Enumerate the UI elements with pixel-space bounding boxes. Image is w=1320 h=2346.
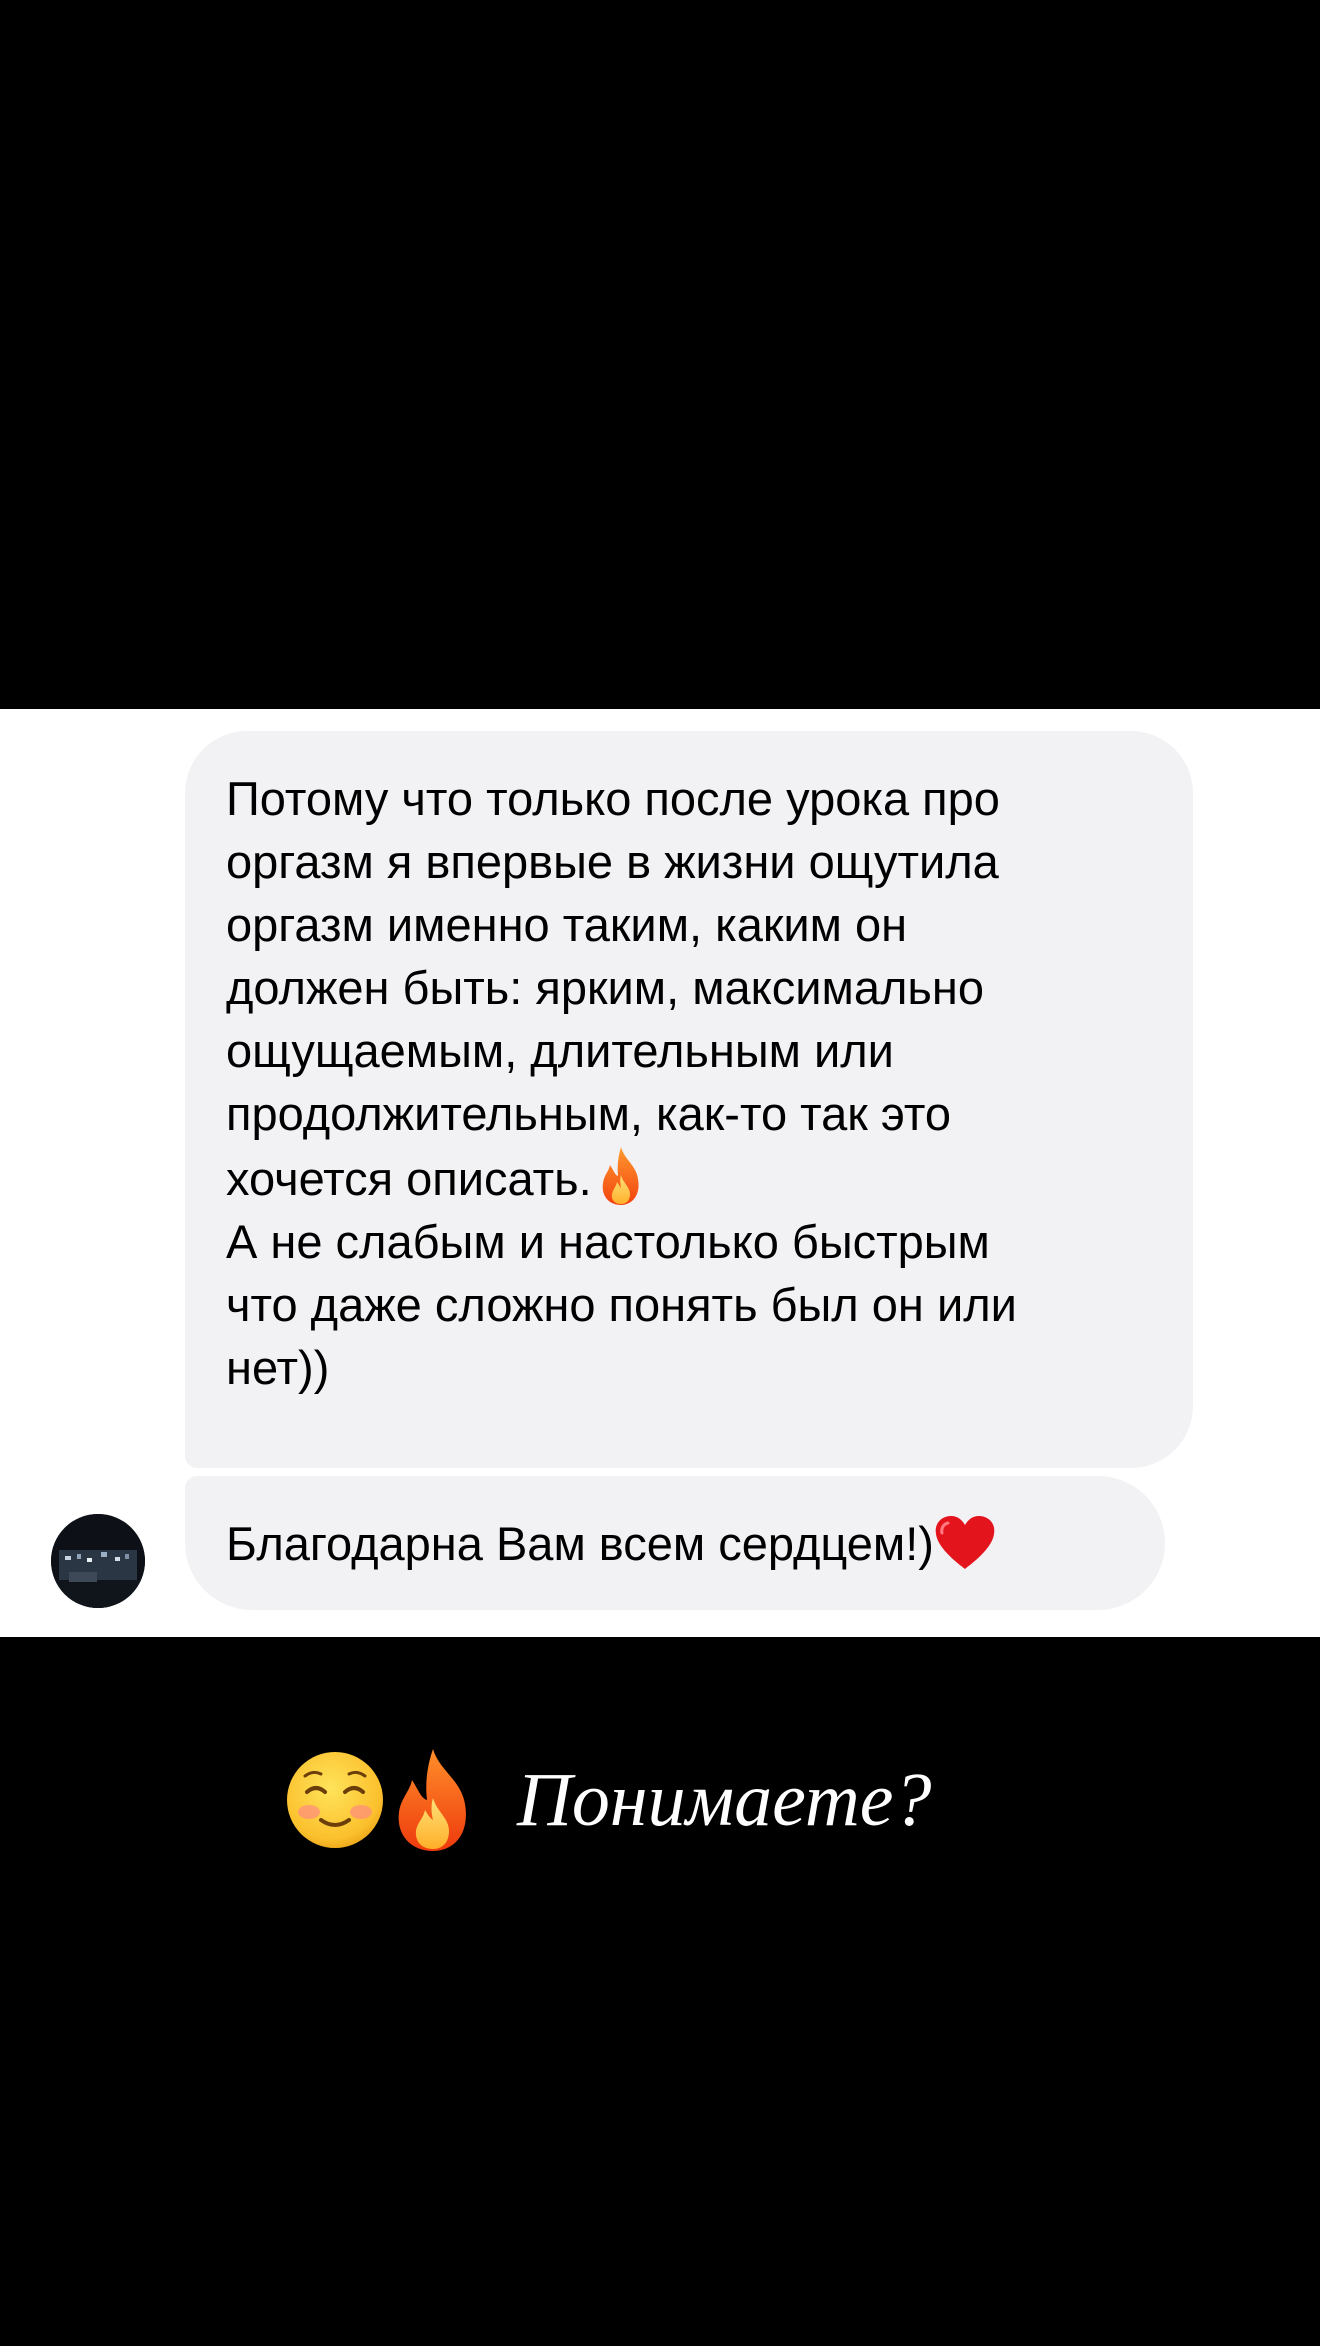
caption: Понимаете? (285, 1745, 931, 1855)
caption-text: Понимаете? (517, 1758, 932, 1842)
message-bubble-1: Потому что только после урока про оргазм… (185, 731, 1193, 1468)
avatar[interactable] (51, 1514, 145, 1608)
fire-icon (398, 1749, 466, 1851)
message-bubble-2: Благодарна Вам всем сердцем!) (185, 1476, 1165, 1610)
top-black-area (0, 0, 1320, 709)
smiling-face-icon (287, 1752, 383, 1848)
message-1-text: Потому что только после урока про оргазм… (226, 772, 1000, 1205)
red-heart-icon (935, 1516, 995, 1569)
fire-icon (602, 1147, 639, 1205)
message-2-text: Благодарна Вам всем сердцем!) (226, 1516, 934, 1570)
bottom-black-area (0, 1637, 1320, 2346)
chat-screenshot: Потому что только после урока про оргазм… (0, 709, 1320, 1637)
message-1-continuation: А не слабым и настолько быстрым что даже… (226, 1215, 1017, 1394)
avatar-photo-icon (51, 1514, 145, 1608)
